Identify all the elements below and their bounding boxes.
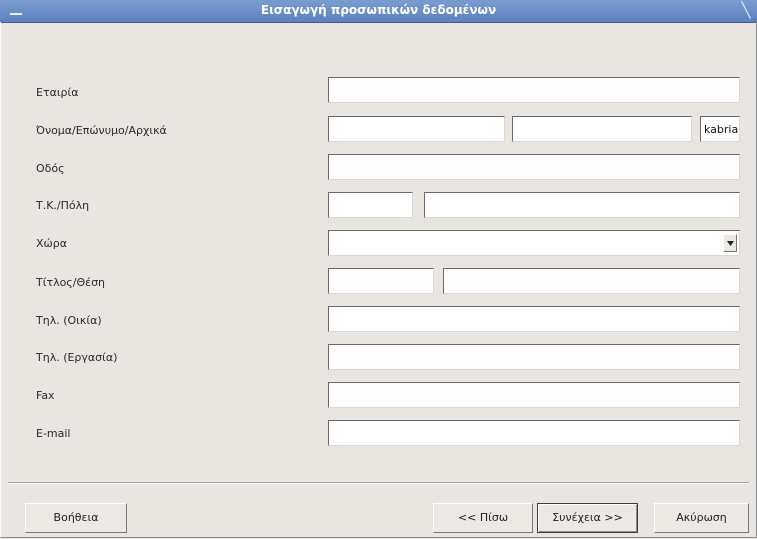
button-separator <box>8 482 749 484</box>
next-button[interactable]: Συνέχεια >> <box>537 503 638 533</box>
company-field[interactable] <box>328 77 740 103</box>
country-label: Χώρα <box>36 237 67 250</box>
city-field[interactable] <box>424 192 740 218</box>
phone-work-label: Τηλ. (Εργασία) <box>36 351 118 364</box>
fax-field[interactable] <box>328 382 740 408</box>
country-select[interactable] <box>328 230 740 256</box>
zip-field[interactable] <box>328 192 413 218</box>
chevron-down-icon <box>727 241 734 246</box>
street-label: Οδός <box>36 162 65 175</box>
initials-field[interactable]: kabria <box>700 116 740 142</box>
first-name-field[interactable] <box>328 116 505 142</box>
country-dropdown-button[interactable] <box>723 234 737 252</box>
help-button[interactable]: Βοήθεια <box>25 503 127 533</box>
fax-label: Fax <box>36 389 55 402</box>
phone-home-label: Τηλ. (Οικία) <box>36 314 102 327</box>
email-label: E-mail <box>36 427 71 440</box>
last-name-field[interactable] <box>512 116 692 142</box>
street-field[interactable] <box>328 154 740 180</box>
close-icon[interactable]: ╲ <box>739 2 753 18</box>
initials-value: kabria <box>704 123 738 136</box>
phone-work-field[interactable] <box>328 344 740 370</box>
window-title: Εισαγωγή προσωπικών δεδομένων <box>260 3 497 17</box>
email-field[interactable] <box>328 420 740 446</box>
title-position-label: Τίτλος/Θέση <box>36 276 106 289</box>
back-button[interactable]: << Πίσω <box>433 503 533 533</box>
title-field[interactable] <box>328 268 434 294</box>
company-label: Εταιρία <box>36 86 79 99</box>
title-bar[interactable]: Εισαγωγή προσωπικών δεδομένων ╲ <box>0 0 757 23</box>
phone-home-field[interactable] <box>328 306 740 332</box>
cancel-button[interactable]: Ακύρωση <box>654 503 749 533</box>
position-field[interactable] <box>443 268 740 294</box>
zip-city-label: Τ.Κ./Πόλη <box>36 199 90 212</box>
name-label: Όνομα/Επώνυμο/Αρχικά <box>36 124 167 137</box>
